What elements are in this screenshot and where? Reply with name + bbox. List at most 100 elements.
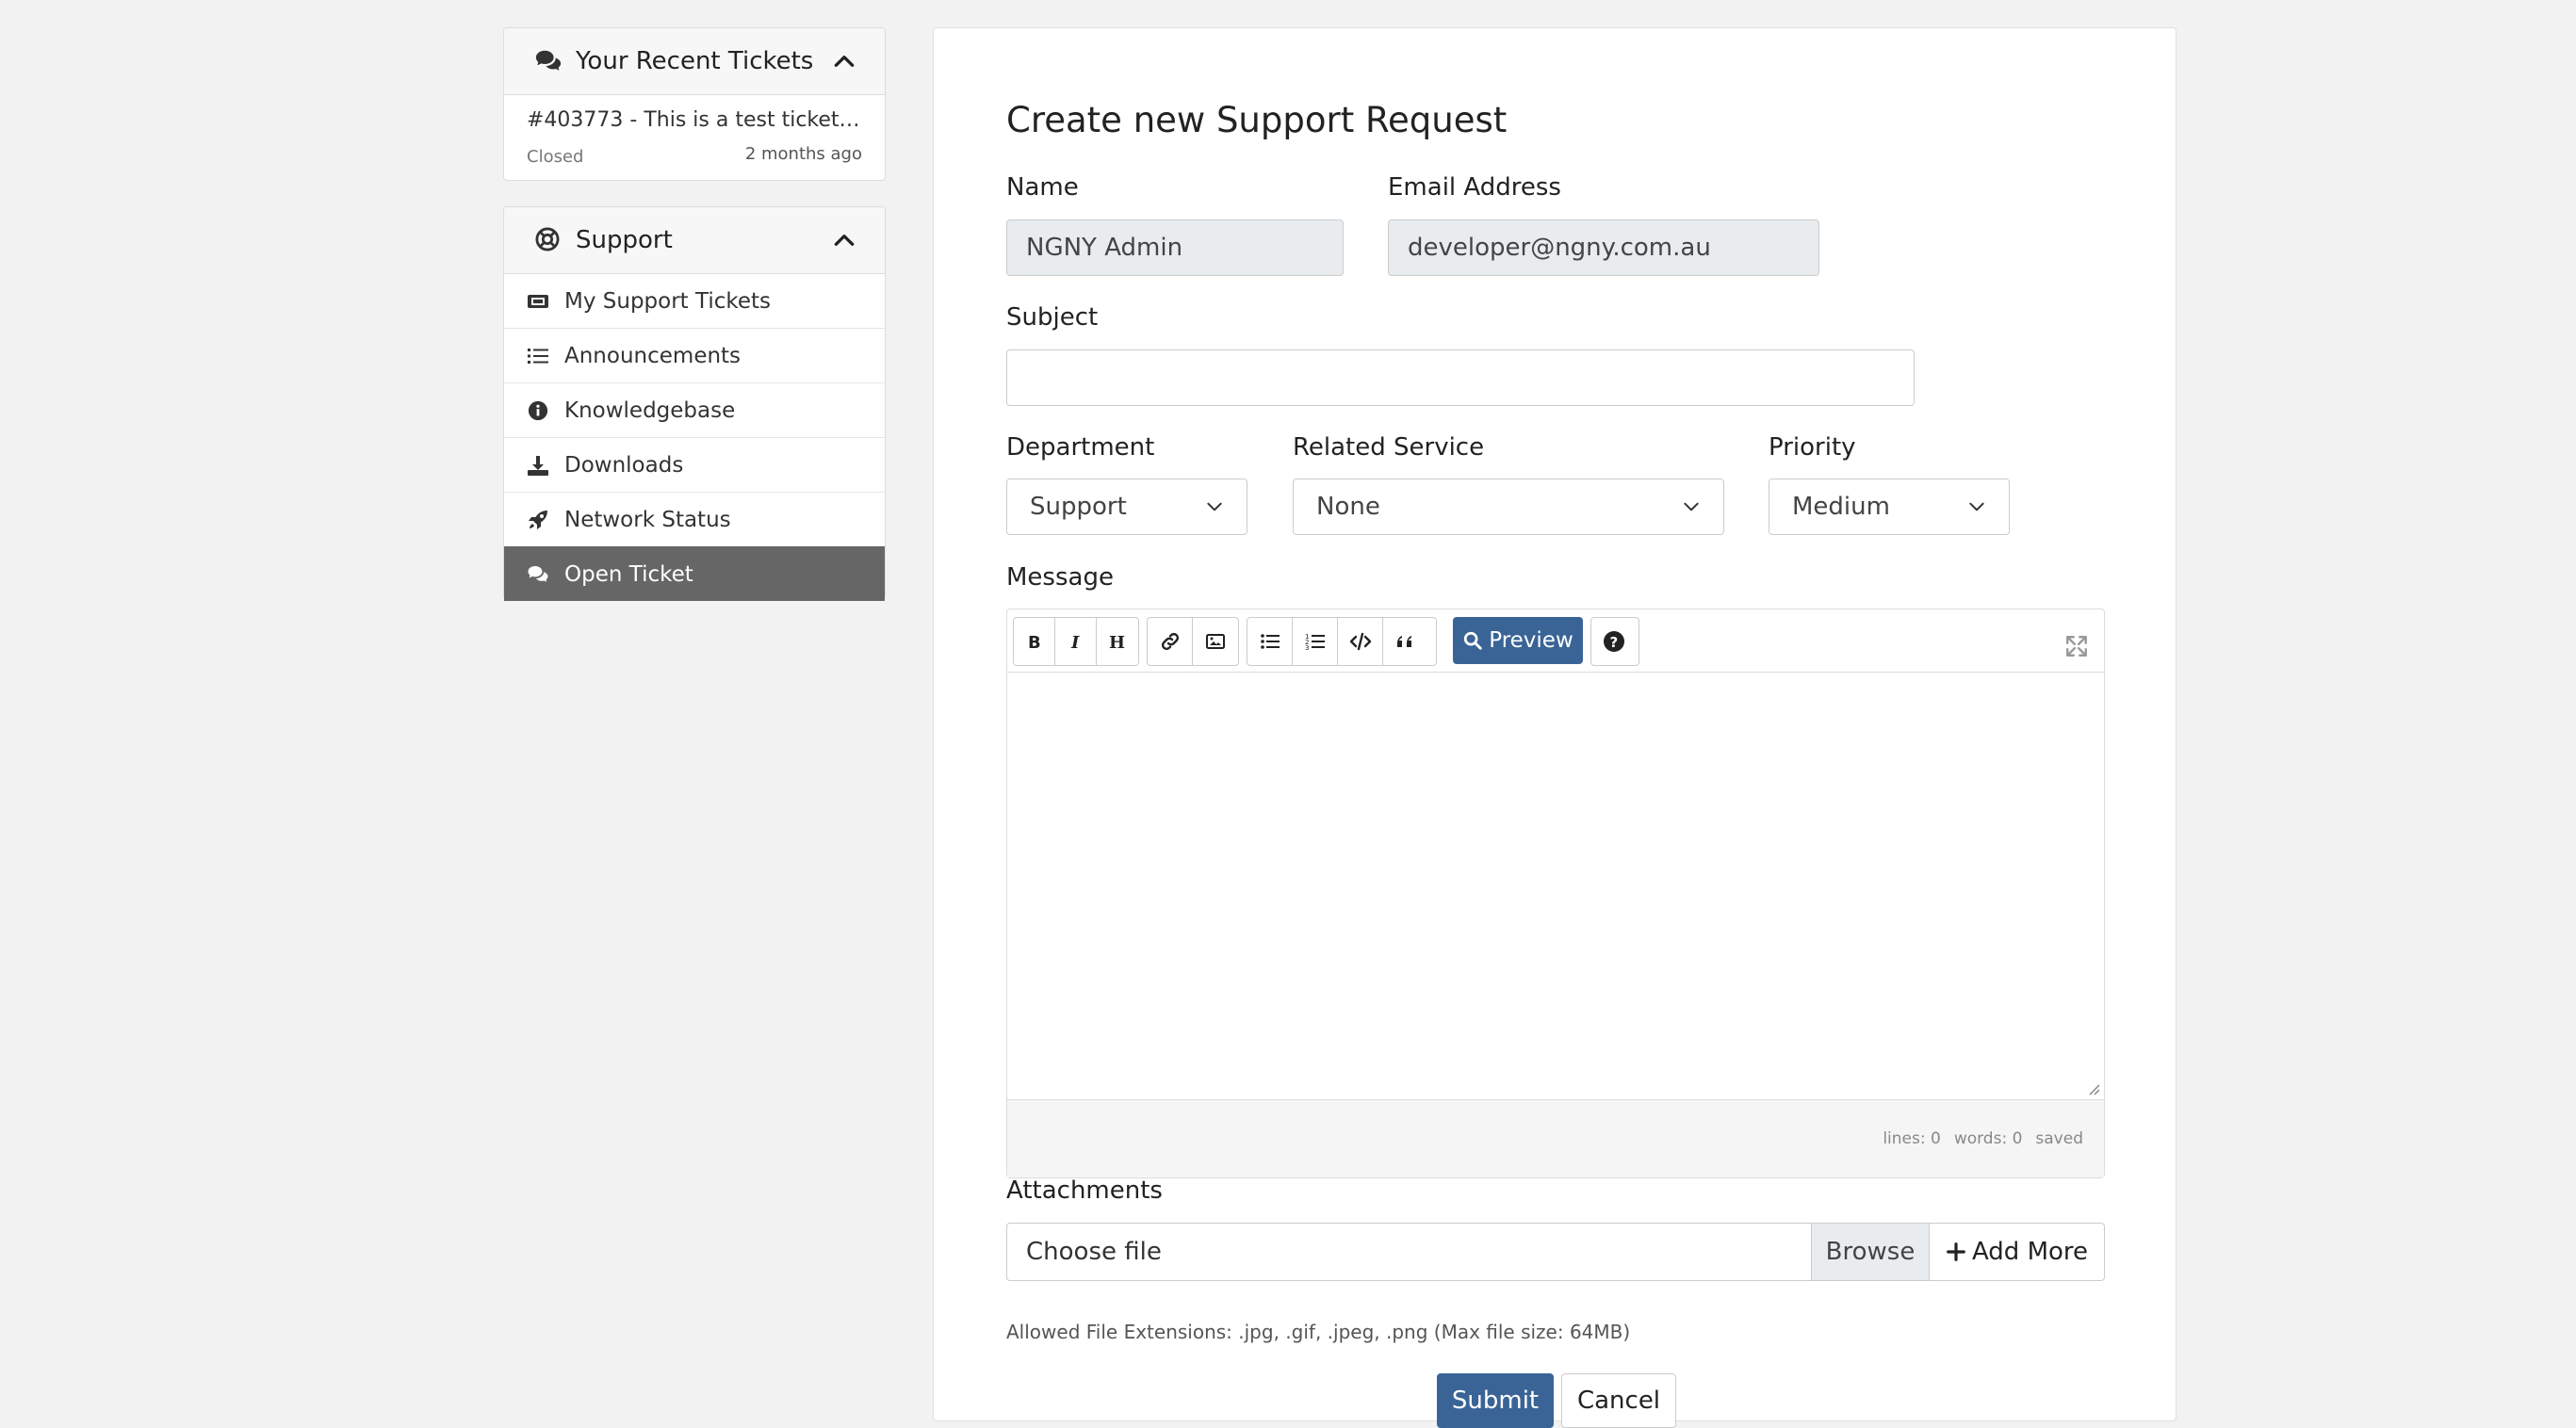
sidebar-item-announcements[interactable]: Announcements [504,328,885,382]
related-service-label: Related Service [1293,433,1485,462]
svg-text:B: B [1028,633,1041,653]
allowed-extensions-text: Allowed File Extensions: .jpg, .gif, .jp… [1006,1321,1631,1343]
subject-label: Subject [1006,303,1099,332]
bold-button[interactable]: B [1014,618,1056,665]
chevron-up-icon[interactable] [832,49,856,73]
recent-tickets-header[interactable]: Your Recent Tickets [504,28,885,95]
rocket-icon [527,509,549,531]
support-title: Support [576,226,673,254]
recent-ticket-status: Closed [527,147,584,167]
recent-ticket-time: 2 months ago [744,144,862,164]
priority-selected-value: Medium [1792,493,1890,521]
plus-icon [1947,1242,1965,1261]
sidebar-item-label: Announcements [564,343,742,368]
lines-count: lines: 0 [1883,1129,1941,1148]
sidebar-item-my-support-tickets[interactable]: My Support Tickets [504,274,885,328]
heading-button[interactable]: H [1097,618,1138,665]
file-input[interactable]: Choose file [1006,1223,1811,1281]
related-service-select[interactable]: None [1293,479,1724,535]
recent-tickets-title: Your Recent Tickets [576,47,814,75]
editor-toolbar: B I H 123 Preview ? [1013,617,2104,666]
resize-handle-icon[interactable] [2085,1080,2100,1095]
italic-icon: I [1070,633,1080,653]
browse-button[interactable]: Browse [1811,1223,1930,1281]
heading-icon: H [1109,633,1125,653]
fullscreen-icon[interactable] [2064,634,2089,658]
life-ring-icon [534,226,562,254]
name-label: Name [1006,173,1079,202]
quote-icon [1397,636,1411,647]
support-header[interactable]: Support [504,207,885,274]
words-count: words: 0 [1953,1129,2023,1148]
image-button[interactable] [1193,618,1238,665]
link-button[interactable] [1148,618,1193,665]
support-panel: Support My Support Tickets Announcements… [503,206,886,601]
chevron-down-icon [1205,497,1224,516]
email-field[interactable]: developer@ngny.com.au [1388,219,1819,276]
link-icon [1161,632,1179,651]
svg-text:I: I [1070,633,1080,653]
page-title: Create new Support Request [1006,100,1508,140]
department-select[interactable]: Support [1006,479,1247,535]
svg-text:H: H [1109,633,1125,653]
message-editor: B I H 123 Preview ? lines: 0 words: 0 sa… [1006,609,2105,1178]
sidebar-item-open-ticket[interactable]: Open Ticket [504,546,885,601]
autosave-status: saved [2035,1129,2083,1148]
preview-label: Preview [1489,628,1573,653]
sidebar-item-knowledgebase[interactable]: Knowledgebase [504,382,885,437]
submit-button[interactable]: Submit [1437,1373,1554,1428]
add-more-button[interactable]: Add More [1930,1223,2105,1281]
priority-select[interactable]: Medium [1769,479,2010,535]
cancel-button[interactable]: Cancel [1561,1373,1676,1428]
comments-icon [534,47,562,75]
list-icon [527,345,549,367]
related-service-selected-value: None [1316,493,1380,521]
unordered-list-button[interactable] [1247,618,1293,665]
subject-input[interactable] [1006,349,1915,406]
sidebar-item-label: Network Status [564,507,731,532]
ticket-icon [527,290,549,313]
recent-ticket-item[interactable]: #403773 - This is a test ticket to... Cl… [504,95,885,176]
image-icon [1206,634,1225,649]
svg-text:3: 3 [1305,644,1309,652]
message-textarea[interactable] [1007,672,2104,1100]
list-ul-icon [1260,634,1280,649]
name-field[interactable]: NGNY Admin [1006,219,1344,276]
download-icon [527,454,549,477]
support-request-card: Create new Support Request Name NGNY Adm… [933,27,2177,1428]
attachments-label: Attachments [1006,1176,1163,1205]
question-circle-icon: ? [1604,631,1624,652]
editor-statusbar: lines: 0 words: 0 saved [1007,1100,2104,1177]
chevron-down-icon [1967,497,1986,516]
sidebar-item-network-status[interactable]: Network Status [504,492,885,546]
comments-icon [527,563,549,586]
sidebar-item-label: Open Ticket [564,561,693,587]
help-group: ? [1590,617,1639,666]
add-more-label: Add More [1971,1238,2089,1266]
attachment-row: Choose file Browse Add More [1006,1223,2105,1281]
recent-tickets-panel: Your Recent Tickets #403773 - This is a … [503,27,886,181]
sidebar-item-downloads[interactable]: Downloads [504,437,885,492]
svg-text:?: ? [1610,634,1619,651]
email-label: Email Address [1388,173,1561,202]
help-button[interactable]: ? [1591,618,1637,665]
block-group: 123 [1247,617,1437,666]
department-label: Department [1006,433,1155,462]
search-icon [1464,631,1482,650]
text-format-group: B I H [1013,617,1139,666]
department-selected-value: Support [1030,493,1127,521]
preview-button[interactable]: Preview [1453,617,1583,664]
chevron-up-icon[interactable] [832,228,856,252]
chevron-down-icon [1682,497,1701,516]
info-icon [527,399,549,422]
recent-ticket-title[interactable]: #403773 - This is a test ticket to... [527,108,862,132]
italic-button[interactable]: I [1055,618,1098,665]
ordered-list-button[interactable]: 123 [1293,618,1338,665]
priority-label: Priority [1769,433,1856,462]
quote-button[interactable] [1383,618,1428,665]
code-icon [1349,632,1371,651]
message-label: Message [1006,563,1114,592]
code-button[interactable] [1338,618,1383,665]
insert-group [1147,617,1239,666]
sidebar-item-label: Knowledgebase [564,398,736,423]
